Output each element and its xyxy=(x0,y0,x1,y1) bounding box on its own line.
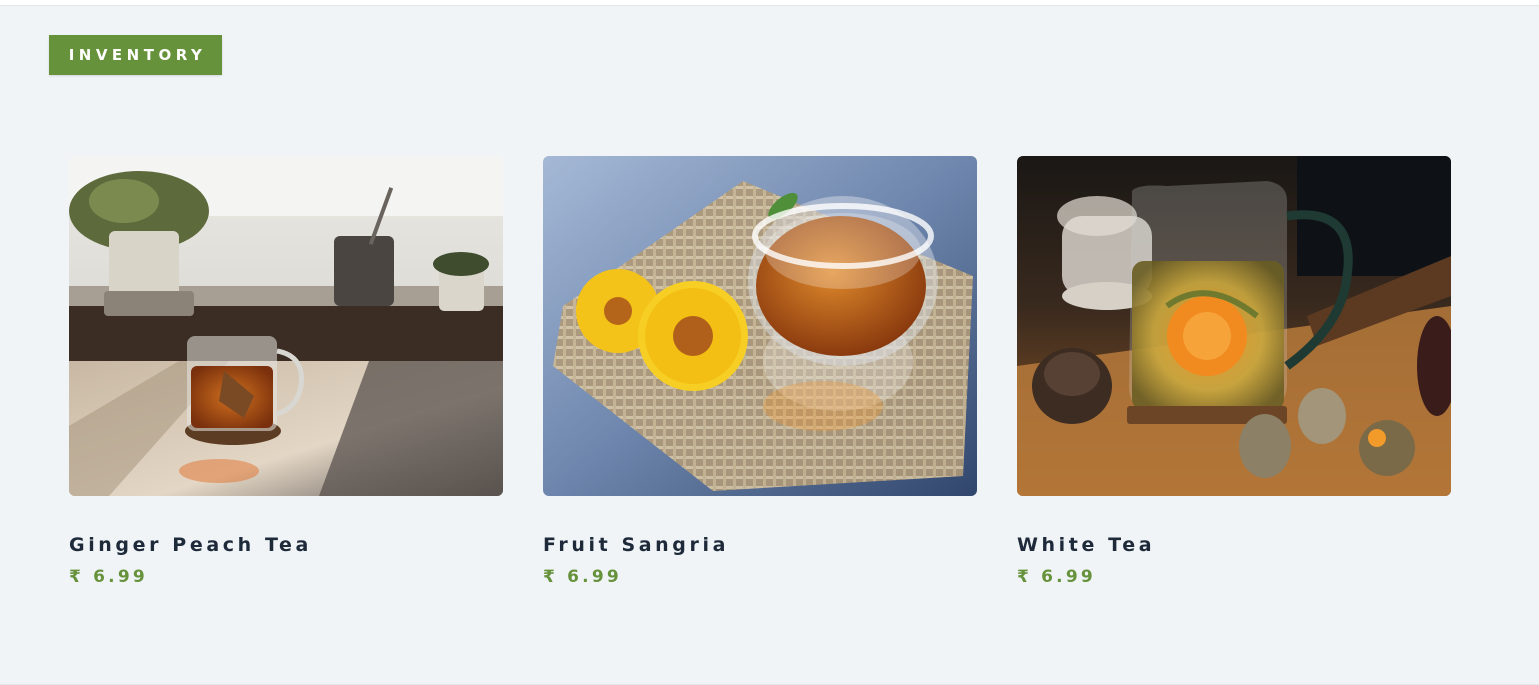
inventory-section-badge: INVENTORY xyxy=(49,35,222,75)
product-name[interactable]: Ginger Peach Tea xyxy=(69,534,503,556)
inventory-label: INVENTORY xyxy=(68,46,207,64)
top-divider xyxy=(0,0,1539,6)
product-image-fruit-sangria[interactable] xyxy=(543,156,977,496)
product-card-ginger-peach-tea[interactable]: Ginger Peach Tea ₹ 6.99 xyxy=(69,156,503,587)
tea-glass-with-yellow-flowers-photo xyxy=(543,156,977,496)
product-image-ginger-peach-tea[interactable] xyxy=(69,156,503,496)
product-image-white-tea[interactable] xyxy=(1017,156,1451,496)
product-price: ₹ 6.99 xyxy=(1017,567,1096,587)
product-name[interactable]: White Tea xyxy=(1017,534,1451,556)
product-card-white-tea[interactable]: White Tea ₹ 6.99 xyxy=(1017,156,1451,587)
product-price: ₹ 6.99 xyxy=(543,567,622,587)
product-card-fruit-sangria[interactable]: Fruit Sangria ₹ 6.99 xyxy=(543,156,977,587)
tea-cup-on-windowsill-photo xyxy=(69,156,503,496)
product-name[interactable]: Fruit Sangria xyxy=(543,534,977,556)
product-price: ₹ 6.99 xyxy=(69,567,148,587)
blooming-tea-in-glass-pitcher-photo xyxy=(1017,156,1451,496)
